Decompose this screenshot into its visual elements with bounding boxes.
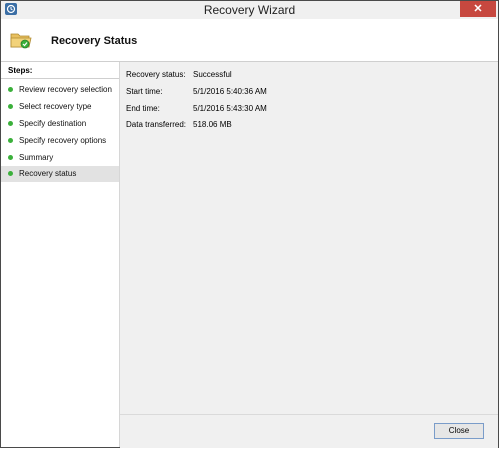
step-complete-icon — [8, 171, 13, 176]
sidebar-item-label: Select recovery type — [19, 102, 92, 111]
sidebar-item-review-recovery-selection[interactable]: Review recovery selection — [1, 82, 119, 98]
status-panel: Recovery status: Successful Start time: … — [120, 62, 498, 414]
step-complete-icon — [8, 104, 13, 109]
status-key: Data transferred: — [126, 120, 187, 129]
step-complete-icon — [8, 87, 13, 92]
steps-heading: Steps: — [1, 62, 119, 79]
sidebar-item-specify-recovery-options[interactable]: Specify recovery options — [1, 133, 119, 149]
sidebar-item-label: Specify recovery options — [19, 136, 107, 145]
wizard-footer: Close — [120, 414, 498, 448]
step-complete-icon — [8, 138, 13, 143]
close-button[interactable]: Close — [434, 423, 484, 439]
folder-restore-icon — [10, 27, 32, 51]
status-key: End time: — [126, 104, 160, 113]
title-bar: Recovery Wizard ✕ — [1, 1, 498, 20]
status-key: Recovery status: — [126, 70, 186, 79]
sidebar-item-label: Specify destination — [19, 119, 87, 128]
status-value: 5/1/2016 5:43:30 AM — [193, 104, 267, 113]
status-value: Successful — [193, 70, 232, 79]
sidebar-item-recovery-status[interactable]: Recovery status — [1, 166, 119, 182]
status-value: 518.06 MB — [193, 120, 232, 129]
sidebar-item-label: Summary — [19, 153, 54, 162]
sidebar-item-label: Review recovery selection — [19, 85, 112, 94]
window-close-button[interactable]: ✕ — [460, 1, 496, 17]
sidebar-item-label: Recovery status — [19, 169, 77, 178]
sidebar-item-select-recovery-type[interactable]: Select recovery type — [1, 99, 119, 115]
steps-sidebar: Steps: Review recovery selection Select … — [1, 62, 120, 447]
page-title: Recovery Status — [51, 35, 138, 47]
sidebar-item-specify-destination[interactable]: Specify destination — [1, 116, 119, 132]
status-key: Start time: — [126, 87, 163, 96]
window-title: Recovery Wizard — [203, 3, 296, 17]
recovery-wizard-window: Recovery Wizard ✕ Recovery Status Steps:… — [0, 0, 499, 448]
sidebar-item-summary[interactable]: Summary — [1, 150, 119, 166]
wizard-header: Recovery Status — [1, 19, 498, 62]
steps-heading-label: Steps: — [8, 66, 33, 75]
step-complete-icon — [8, 121, 13, 126]
step-complete-icon — [8, 155, 13, 160]
status-value: 5/1/2016 5:40:36 AM — [193, 87, 267, 96]
